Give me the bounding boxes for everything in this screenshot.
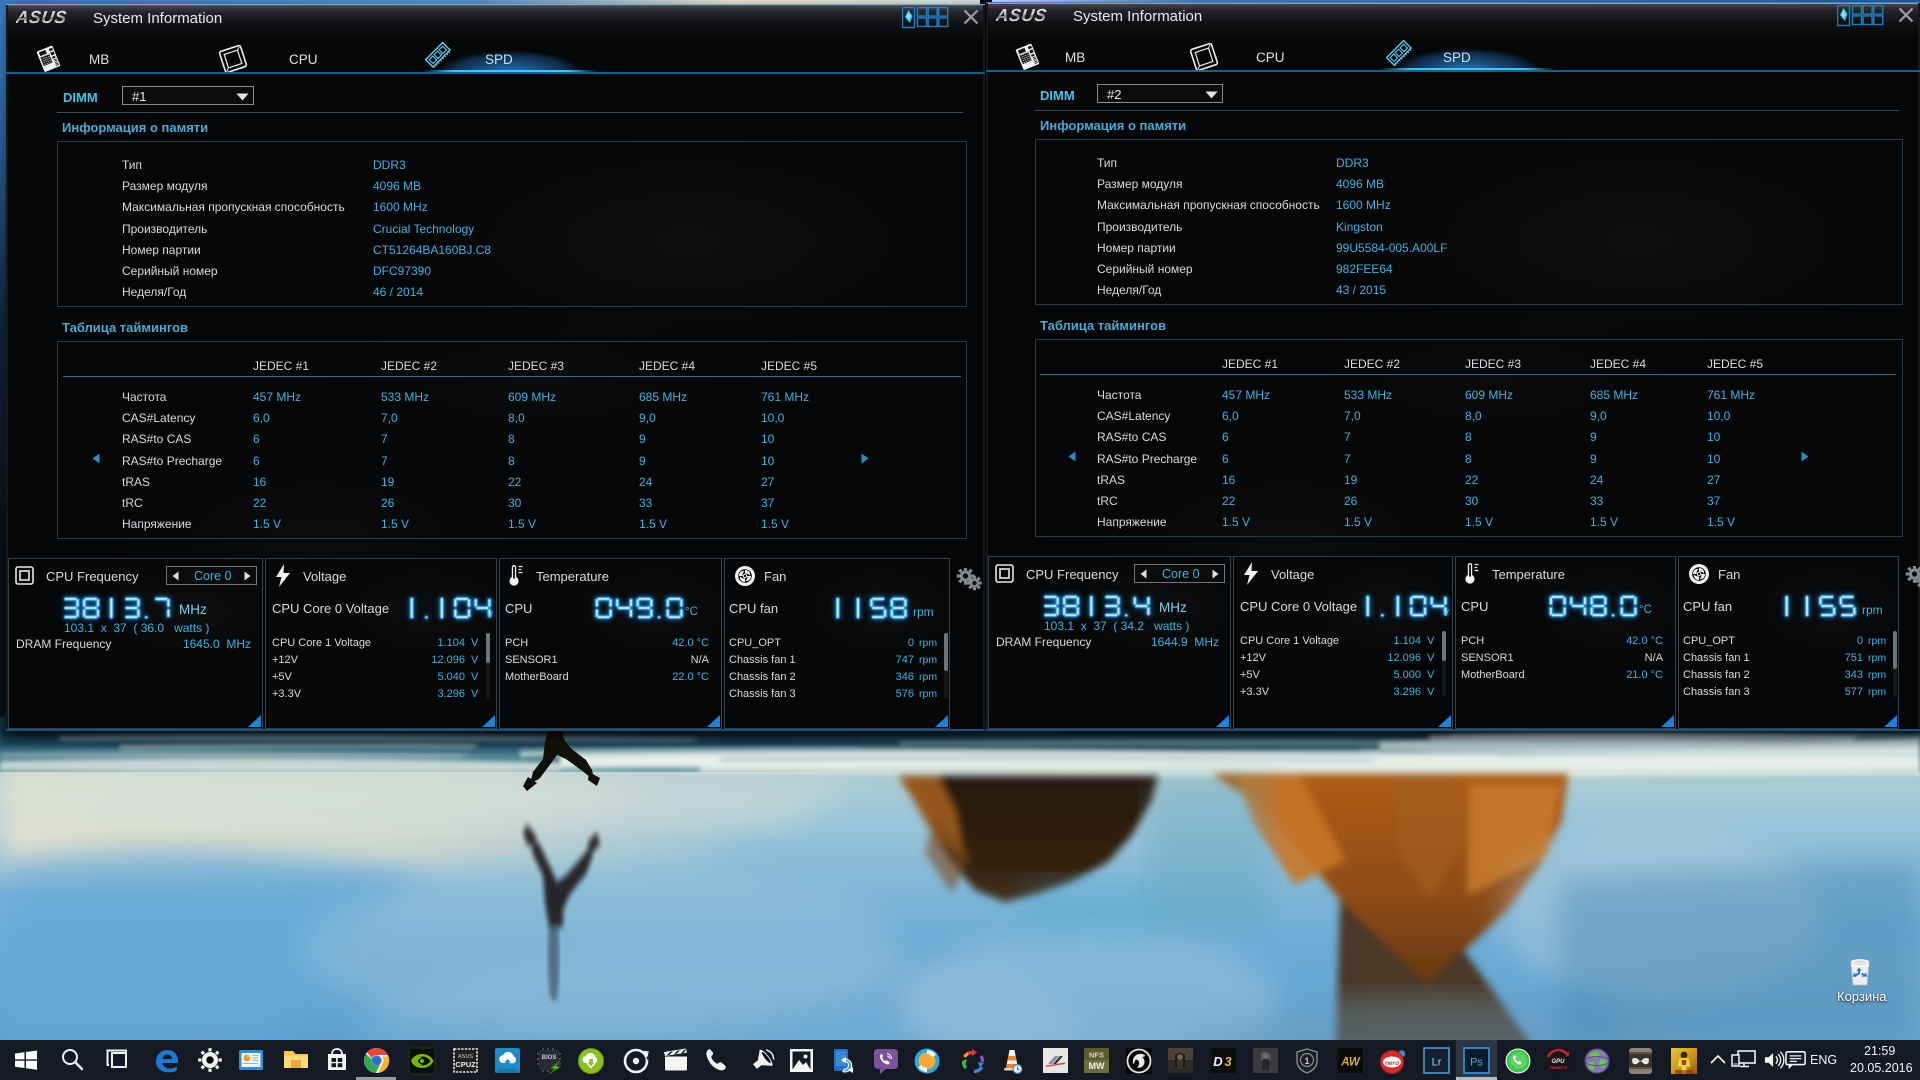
- svg-text:CPUZ: CPUZ: [455, 1060, 476, 1069]
- svg-text:NFS: NFS: [1089, 1051, 1104, 1060]
- svg-text:ASUS: ASUS: [16, 8, 68, 25]
- svg-text:AW: AW: [1340, 1057, 1361, 1069]
- svg-text:1: 1: [1304, 1056, 1309, 1066]
- svg-text:MW: MW: [1089, 1061, 1105, 1071]
- svg-text:nero: nero: [1385, 1060, 1399, 1067]
- svg-text:BIOS: BIOS: [542, 1055, 557, 1061]
- svg-text:D: D: [1213, 1054, 1223, 1069]
- svg-text:Lr: Lr: [1432, 1057, 1442, 1069]
- svg-text:ASUS: ASUS: [996, 6, 1048, 23]
- svg-text:Ps: Ps: [1470, 1057, 1483, 1069]
- svg-text:Tweak II: Tweak II: [1549, 1065, 1567, 1070]
- svg-text:3: 3: [1224, 1054, 1232, 1069]
